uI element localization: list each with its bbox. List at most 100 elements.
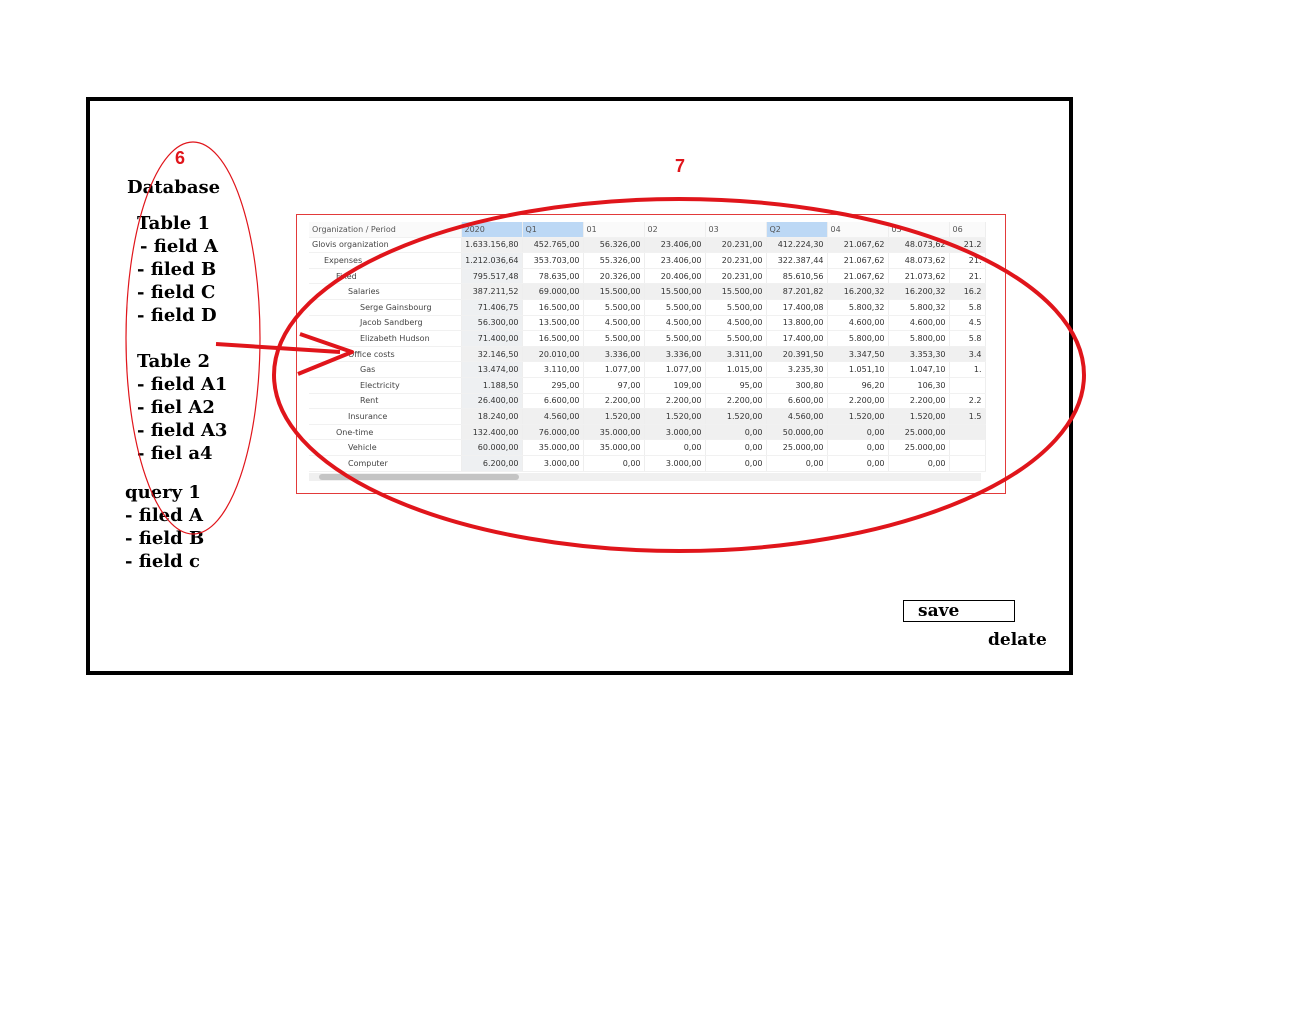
table-row[interactable]: Glovis organization 1.633.156,80 452.765,0… — [309, 237, 986, 254]
table-cell: 85.610,56 — [766, 268, 828, 285]
pivot-column-header[interactable]: 05 — [888, 222, 950, 238]
table-cell — [949, 439, 986, 456]
table-row[interactable]: Serge Gainsbourg 71.406,75 16.500,00 5.500,… — [309, 299, 986, 316]
query-1-field[interactable]: - field c — [125, 551, 200, 572]
row-label[interactable]: Jacob Sandberg — [309, 315, 462, 332]
table-row[interactable]: Rent 26.400,00 6.600,00 2.200,00 2.200,00 2.2… — [309, 393, 986, 410]
pivot-column-header[interactable]: 01 — [583, 222, 645, 238]
save-button[interactable]: save — [903, 600, 1015, 622]
row-label[interactable]: Serge Gainsbourg — [309, 299, 462, 316]
query-1-field[interactable]: - filed A — [125, 505, 203, 526]
table-cell: 56.300,00 — [461, 315, 523, 332]
table-1-field[interactable]: - field C — [137, 282, 215, 303]
table-row[interactable]: Expenses 1.212.036,64 353.703,00 55.326,00 2… — [309, 252, 986, 269]
table-row[interactable]: Elizabeth Hudson 71.400,00 16.500,00 5.500,… — [309, 330, 986, 347]
table-cell: 0,00 — [888, 455, 950, 472]
pivot-column-header[interactable]: Q1 — [522, 222, 584, 238]
table-row[interactable]: Gas 13.474,00 3.110,00 1.077,00 1.077,00 1.01… — [309, 361, 986, 378]
table-cell: 1.5 — [949, 408, 986, 425]
row-label[interactable]: Gas — [309, 361, 462, 378]
row-label[interactable]: Computer — [309, 455, 462, 472]
table-1-field[interactable]: - field A — [140, 236, 218, 257]
table-row[interactable]: Office costs 32.146,50 20.010,00 3.336,00 3.… — [309, 346, 986, 363]
table-row[interactable]: Fixed 795.517,48 78.635,00 20.326,00 20.406,… — [309, 268, 986, 285]
pivot-column-header[interactable]: 03 — [705, 222, 767, 238]
pivot-column-header[interactable]: 06 — [949, 222, 986, 238]
scrollbar-thumb[interactable] — [319, 474, 519, 480]
horizontal-scrollbar[interactable] — [309, 473, 981, 481]
table-cell: 2.200,00 — [827, 393, 889, 410]
table-1-label[interactable]: Table 1 — [137, 213, 210, 234]
row-label[interactable]: Office costs — [309, 346, 462, 363]
table-2-field[interactable]: - fiel a4 — [137, 443, 213, 464]
table-cell: 1.520,00 — [705, 408, 767, 425]
table-cell: 97,00 — [583, 377, 645, 394]
row-label[interactable]: Rent — [309, 393, 462, 410]
table-cell: 3.000,00 — [644, 455, 706, 472]
row-label[interactable]: Electricity — [309, 377, 462, 394]
table-cell: 32.146,50 — [461, 346, 523, 363]
pivot-column-header[interactable]: 02 — [644, 222, 706, 238]
table-row[interactable]: Vehicle 60.000,00 35.000,00 35.000,00 0,00 0,… — [309, 439, 986, 456]
table-cell: 15.500,00 — [583, 283, 645, 300]
table-row[interactable]: Jacob Sandberg 56.300,00 13.500,00 4.500,00… — [309, 315, 986, 332]
table-cell: 3.336,00 — [644, 346, 706, 363]
table-cell: 2.2 — [949, 393, 986, 410]
table-cell: 25.000,00 — [888, 424, 950, 441]
table-2-field[interactable]: - field A1 — [137, 374, 227, 395]
table-cell: 0,00 — [705, 424, 767, 441]
table-cell: 0,00 — [644, 439, 706, 456]
table-cell: 3.353,30 — [888, 346, 950, 363]
pivot-column-header[interactable]: 04 — [827, 222, 889, 238]
table-row[interactable]: Computer 6.200,00 3.000,00 0,00 3.000,00 0,00… — [309, 455, 986, 472]
table-cell: 1.633.156,80 — [461, 237, 523, 254]
table-cell: 1.047,10 — [888, 361, 950, 378]
table-1-field[interactable]: - filed B — [137, 259, 216, 280]
row-label[interactable]: Salaries — [309, 283, 462, 300]
table-cell: 5.8 — [949, 330, 986, 347]
table-cell: 1.188,50 — [461, 377, 523, 394]
table-cell — [949, 455, 986, 472]
table-cell: 56.326,00 — [583, 237, 645, 254]
annotation-number-7: 7 — [675, 156, 686, 176]
table-cell: 452.765,00 — [522, 237, 584, 254]
row-label[interactable]: One-time — [309, 424, 462, 441]
pivot-column-header[interactable]: 2020 — [461, 222, 523, 238]
table-row[interactable]: One-time 132.400,00 76.000,00 35.000,00 3.00… — [309, 424, 986, 441]
table-row[interactable]: Insurance 18.240,00 4.560,00 1.520,00 1.520,… — [309, 408, 986, 425]
table-cell: 35.000,00 — [522, 439, 584, 456]
pivot-table[interactable]: Organization / Period 2020 Q1 01 02 03 Q2 04 05 0… — [296, 214, 1006, 494]
delete-link[interactable]: delate — [988, 630, 1047, 650]
row-label[interactable]: Elizabeth Hudson — [309, 330, 462, 347]
row-label[interactable]: Insurance — [309, 408, 462, 425]
table-1-field[interactable]: - field D — [137, 305, 217, 326]
table-cell: 4.600,00 — [888, 315, 950, 332]
row-label[interactable]: Expenses — [309, 252, 462, 269]
pivot-column-header[interactable]: Q2 — [766, 222, 828, 238]
table-cell: 16.200,32 — [888, 283, 950, 300]
table-2-field[interactable]: - field A3 — [137, 420, 227, 441]
table-2-field[interactable]: - fiel A2 — [137, 397, 215, 418]
query-1-field[interactable]: - field B — [125, 528, 204, 549]
table-cell: 15.500,00 — [705, 283, 767, 300]
table-cell: 5.800,32 — [888, 299, 950, 316]
table-row[interactable]: Salaries 387.211,52 69.000,00 15.500,00 15.5… — [309, 283, 986, 300]
table-cell: 17.400,00 — [766, 330, 828, 347]
row-label[interactable]: Vehicle — [309, 439, 462, 456]
table-cell — [949, 424, 986, 441]
row-label[interactable]: Glovis organization — [309, 237, 462, 254]
pivot-corner-header[interactable]: Organization / Period — [309, 222, 462, 238]
table-cell: 71.406,75 — [461, 299, 523, 316]
table-cell: 48.073,62 — [888, 237, 950, 254]
table-cell — [949, 377, 986, 394]
table-cell: 21.067,62 — [827, 268, 889, 285]
table-cell: 3.347,50 — [827, 346, 889, 363]
table-cell: 13.800,00 — [766, 315, 828, 332]
row-label[interactable]: Fixed — [309, 268, 462, 285]
pivot-grid[interactable]: Organization / Period 2020 Q1 01 02 03 Q2 04 05 0… — [309, 222, 986, 472]
table-cell: 78.635,00 — [522, 268, 584, 285]
query-1-label[interactable]: query 1 — [125, 482, 201, 503]
table-cell: 2.200,00 — [705, 393, 767, 410]
table-2-label[interactable]: Table 2 — [137, 351, 210, 372]
table-row[interactable]: Electricity 1.188,50 295,00 97,00 109,00 95,0… — [309, 377, 986, 394]
